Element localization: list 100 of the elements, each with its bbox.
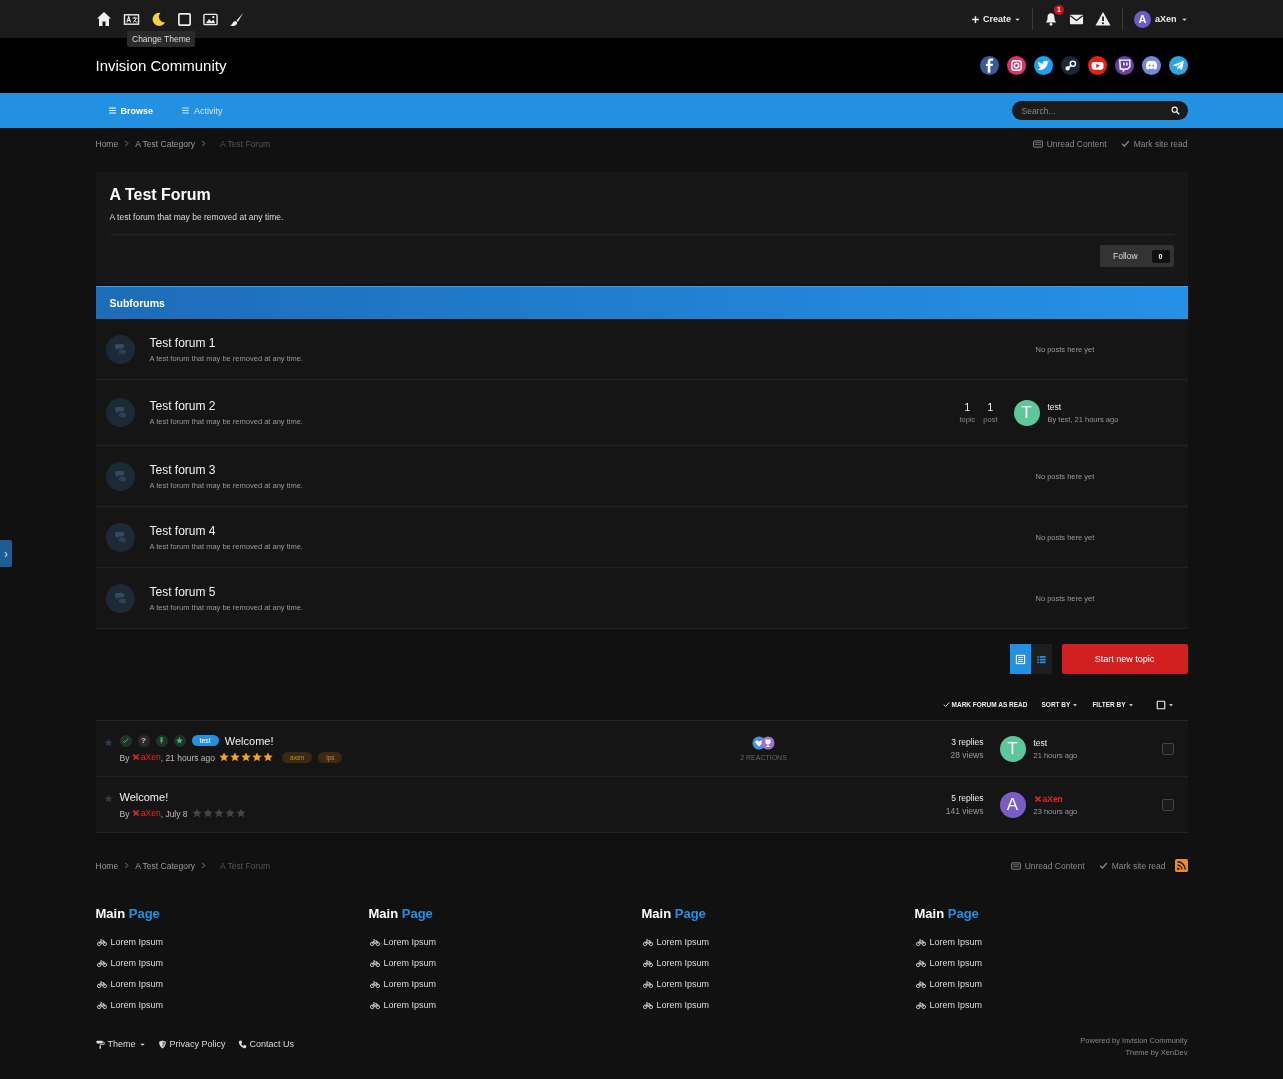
breadcrumb-link[interactable]: A Test Category (135, 138, 196, 149)
footer-link[interactable]: Lorem Ipsum (914, 973, 1188, 994)
footer-link[interactable]: Lorem Ipsum (368, 994, 642, 1015)
rating-star-icon (230, 752, 240, 762)
grid-view-button[interactable] (1030, 644, 1052, 674)
footer-link[interactable]: Lorem Ipsum (914, 952, 1188, 973)
menu-icon (107, 106, 117, 115)
bicycle-icon (95, 978, 108, 989)
footer-link[interactable]: Lorem Ipsum (368, 952, 642, 973)
rating-star-icon (235, 808, 246, 818)
cross-icon (131, 808, 140, 817)
social-icon[interactable] (1060, 56, 1080, 75)
subforum-title[interactable]: Test forum 5 (149, 584, 1036, 599)
start-topic-button[interactable]: Start new topic (1061, 644, 1188, 674)
author-link[interactable]: aXen (131, 807, 161, 818)
list-icon (1014, 653, 1026, 665)
breadcrumb-link[interactable]: Home (95, 860, 119, 871)
create-button[interactable]: Create (970, 14, 1021, 24)
social-icon[interactable] (979, 56, 999, 75)
bicycle-icon (95, 999, 108, 1010)
subforum-title[interactable]: Test forum 3 (149, 462, 1036, 477)
footer-link[interactable]: Lorem Ipsum (368, 973, 642, 994)
chevron-icon (200, 140, 208, 147)
square-icon[interactable] (176, 11, 192, 27)
footer-link[interactable]: Lorem Ipsum (641, 973, 915, 994)
footer-link[interactable]: Lorem Ipsum (641, 994, 915, 1015)
author-link[interactable]: aXen (131, 751, 161, 762)
check-icon (1098, 861, 1108, 870)
trophy-icon (761, 736, 775, 750)
footer-link[interactable]: Lorem Ipsum (914, 931, 1188, 952)
social-icon[interactable] (1087, 56, 1107, 75)
footer-heading: Main Page (914, 906, 980, 921)
social-icon[interactable] (1033, 56, 1053, 75)
search-field[interactable]: Search... (1011, 101, 1188, 120)
contact-link[interactable]: Contact Us (237, 1039, 295, 1049)
rating-star-icon (224, 808, 235, 818)
sidebar-toggle[interactable]: › (0, 540, 12, 567)
chat-icon (112, 405, 128, 420)
breadcrumb-link[interactable]: A Test Category (135, 860, 196, 871)
translate-icon[interactable] (122, 11, 140, 27)
bicycle-icon (368, 936, 381, 947)
privacy-link[interactable]: Privacy Policy (157, 1039, 226, 1049)
subforum-title[interactable]: Test forum 2 (149, 399, 960, 413)
last-post-title[interactable]: test (1047, 401, 1119, 412)
question-badge: ? (137, 734, 150, 747)
topic-title[interactable]: Welcome! (119, 790, 169, 803)
plus-icon (970, 14, 980, 24)
search-icon (1170, 106, 1180, 115)
mark-read-link[interactable]: Mark site read (1120, 138, 1188, 149)
theme-menu-button[interactable]: Theme (95, 1039, 146, 1049)
check-icon (942, 701, 950, 708)
mark-read-link[interactable]: Mark site read (1098, 860, 1166, 871)
topic-title[interactable]: Welcome! (224, 734, 274, 747)
checkbox-icon (1155, 699, 1166, 710)
social-icon[interactable] (1141, 56, 1161, 75)
topic-meta: By aXen, 21 hours ago (119, 751, 215, 763)
subforum-title[interactable]: Test forum 1 (149, 335, 1036, 350)
last-poster[interactable]: aXen (1033, 793, 1078, 804)
topic-checkbox[interactable] (1161, 798, 1174, 811)
star-icon[interactable] (103, 794, 113, 803)
subforum-title[interactable]: Test forum 4 (149, 523, 1036, 538)
user-avatar[interactable]: A (999, 791, 1026, 818)
social-icon[interactable] (1168, 56, 1188, 75)
footer-link[interactable]: Lorem Ipsum (95, 994, 369, 1015)
topic-meta: By aXen, July 8 (119, 807, 188, 819)
menu-icon (181, 106, 190, 115)
topic-checkbox[interactable] (1161, 742, 1174, 755)
site-title[interactable]: Invision Community (95, 57, 227, 74)
footer-link[interactable]: Lorem Ipsum (95, 973, 369, 994)
select-menu-button[interactable] (1155, 699, 1174, 710)
footer-link[interactable]: Lorem Ipsum (641, 931, 915, 952)
star-icon[interactable] (103, 738, 113, 747)
social-icon[interactable] (1114, 56, 1134, 75)
bicycle-icon (368, 999, 381, 1010)
footer-link[interactable]: Lorem Ipsum (95, 952, 369, 973)
chat-icon (112, 590, 128, 606)
footer-link[interactable]: Lorem Ipsum (641, 952, 915, 973)
view-count: 141 views (944, 806, 984, 816)
image-icon[interactable] (202, 11, 218, 27)
footer-link[interactable]: Lorem Ipsum (914, 994, 1188, 1015)
list-view-button[interactable] (1009, 644, 1031, 674)
bell-icon[interactable] (1044, 12, 1058, 26)
bicycle-icon (641, 957, 654, 968)
warning-icon[interactable] (1095, 11, 1111, 27)
last-poster[interactable]: test (1033, 737, 1078, 748)
footer-link[interactable]: Lorem Ipsum (368, 931, 642, 952)
home-icon[interactable] (95, 11, 112, 27)
subforums-header: Subforums (95, 286, 1188, 319)
tooltip: Change Theme (127, 31, 196, 47)
unread-content-link[interactable]: Unread Content (1032, 138, 1107, 149)
breadcrumb-link[interactable]: Home (95, 138, 119, 149)
rss-icon[interactable] (1174, 859, 1188, 872)
social-icon[interactable] (1006, 56, 1026, 75)
user-menu[interactable]: A aXen (1134, 10, 1188, 28)
footer-link[interactable]: Lorem Ipsum (95, 931, 369, 952)
unread-content-link[interactable]: Unread Content (1010, 860, 1085, 871)
caret-icon (1072, 701, 1079, 708)
shield-icon (157, 1039, 167, 1049)
paint-roller-icon (95, 1039, 105, 1049)
moon-icon[interactable] (150, 11, 166, 27)
